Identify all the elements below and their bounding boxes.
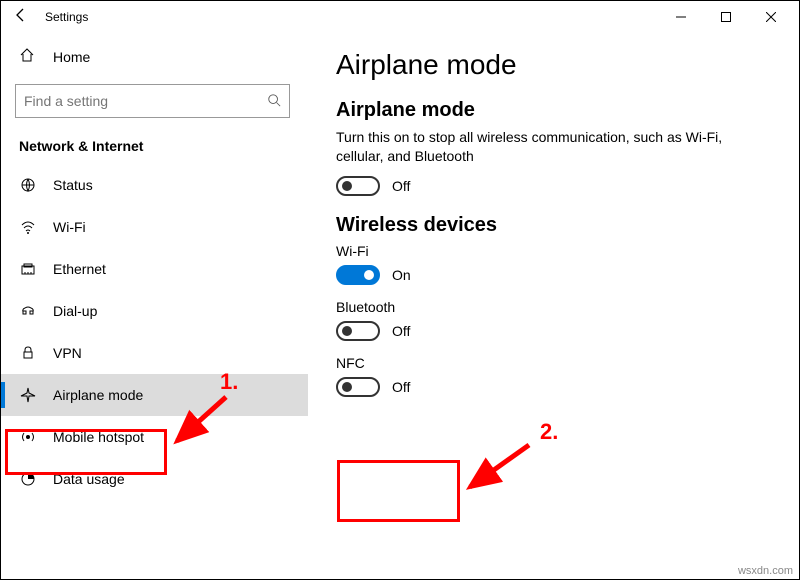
page-title: Airplane mode [336,49,771,81]
titlebar: Settings [1,1,799,33]
sidebar-item-label: Airplane mode [53,387,143,403]
wifi-icon [19,219,37,235]
maximize-button[interactable] [703,2,748,32]
category-header: Network & Internet [1,134,308,164]
sidebar-item-wifi[interactable]: Wi-Fi [1,206,308,248]
dialup-icon [19,303,37,319]
bluetooth-state: Off [392,323,410,339]
window-title: Settings [45,10,88,24]
sidebar-item-label: Dial-up [53,303,97,319]
airplane-mode-state: Off [392,178,410,194]
search-input[interactable] [15,84,290,118]
wifi-label: Wi-Fi [336,243,771,259]
sidebar-item-data-usage[interactable]: Data usage [1,458,308,500]
wireless-devices-heading: Wireless devices [336,214,771,237]
home-label: Home [53,49,90,65]
hotspot-icon [19,429,37,445]
search-icon [267,93,281,110]
bluetooth-toggle[interactable] [336,321,380,341]
sidebar: Home Network & Internet Status Wi-Fi Eth… [1,33,308,579]
annotation-label-2: 2. [540,419,558,445]
sidebar-item-dialup[interactable]: Dial-up [1,290,308,332]
airplane-mode-toggle[interactable] [336,176,380,196]
nfc-toggle[interactable] [336,377,380,397]
sidebar-item-label: Data usage [53,471,125,487]
sidebar-item-vpn[interactable]: VPN [1,332,308,374]
close-button[interactable] [748,2,793,32]
minimize-button[interactable] [658,2,703,32]
home-icon [19,47,37,66]
watermark: wsxdn.com [738,565,793,577]
airplane-mode-desc: Turn this on to stop all wireless commun… [336,128,771,166]
sidebar-item-label: Mobile hotspot [53,429,144,445]
wifi-state: On [392,267,411,283]
airplane-mode-heading: Airplane mode [336,99,771,122]
annotation-label-1: 1. [220,369,238,395]
nfc-state: Off [392,379,410,395]
sidebar-item-label: Wi-Fi [53,219,86,235]
sidebar-item-label: Ethernet [53,261,106,277]
wifi-toggle[interactable] [336,265,380,285]
back-button[interactable] [13,7,41,28]
search-field[interactable] [24,93,267,109]
sidebar-item-ethernet[interactable]: Ethernet [1,248,308,290]
nfc-label: NFC [336,355,771,371]
airplane-icon [19,387,37,403]
sidebar-item-label: Status [53,177,93,193]
bluetooth-label: Bluetooth [336,299,771,315]
sidebar-item-status[interactable]: Status [1,164,308,206]
sidebar-item-label: VPN [53,345,82,361]
status-icon [19,177,37,193]
sidebar-item-airplane-mode[interactable]: Airplane mode [1,374,308,416]
vpn-icon [19,345,37,361]
ethernet-icon [19,261,37,277]
home-nav[interactable]: Home [1,37,308,76]
sidebar-item-mobile-hotspot[interactable]: Mobile hotspot [1,416,308,458]
data-usage-icon [19,471,37,487]
content-pane: Airplane mode Airplane mode Turn this on… [308,33,799,579]
